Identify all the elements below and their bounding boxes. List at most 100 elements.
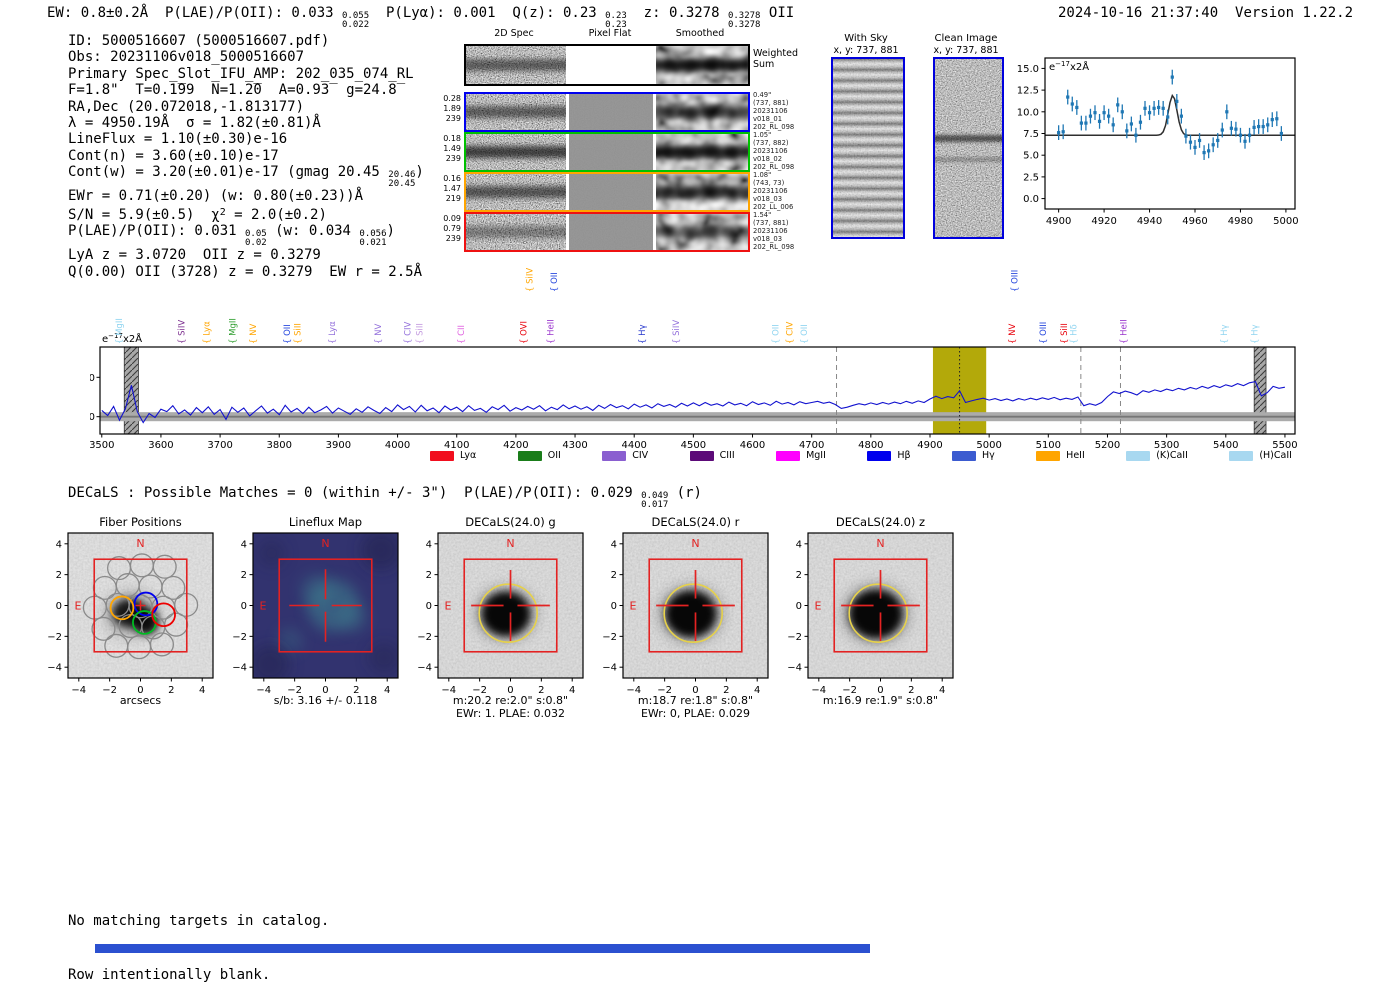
spec2d-cell [569,134,653,170]
spectral-line-label: { NV [249,324,259,344]
text-segment: λ = 4950.19Å σ = 1.82(±0.81)Å [68,115,321,132]
svg-text:10: 10 [90,373,95,384]
text-segment: ) [415,164,424,181]
svg-text:4: 4 [199,685,205,696]
svg-text:4920: 4920 [1091,216,1116,227]
spectral-line-label: { SiIV [672,320,682,344]
info-line: λ = 4950.19Å σ = 1.82(±0.81)Å [68,115,424,131]
spectral-line-label: { HeII [547,319,557,344]
text-segment: EWr = 0.71(±0.20) (w: 0.80(±0.23))Å [68,188,364,205]
info-line: Obs: 20231106v018_5000516607 [68,49,424,65]
text-segment: LyA z = 3.0720 OII z = 0.3279 [68,247,321,264]
cutout-xlabel: arcsecs [120,694,162,707]
svg-text:4980: 4980 [1228,216,1253,227]
uncertainty-stack: 0.3278 0.3278 [727,11,761,30]
legend-swatch [1126,450,1151,461]
spectral-line-label: { Lyα [328,321,338,344]
spec2d-cell [656,134,748,170]
svg-text:4: 4 [241,539,247,550]
cutout-panel-img: NE−4−4−2−2002244DECaLS(24.0) zm:16.9 re:… [787,515,954,707]
svg-text:−2: −2 [47,632,62,643]
clean-image-title: Clean Image [934,33,998,44]
spec2d-cell [656,214,748,250]
spectral-line-label: { NV [374,324,384,344]
text-segment: Cont(n) = 3.60(±0.10)e-17 [68,147,279,164]
svg-text:2: 2 [56,570,62,581]
text-segment: Obs: 20231106v018_5000516607 [68,49,305,66]
object-info-block: ID: 5000516607 (5000516607.pdf) Obs: 2023… [68,33,424,280]
full-spectrum-plot: 3500 3600 3700 3800 3900 4000 4100 4200 4300 4400… [90,268,1298,450]
text-segment: F=1.8" T=0.1̅99 N=1.2̅0 A=0.93̅ g=24.8̅ [68,82,397,99]
info-line: P(LAE)/P(OII): 0.031 0.05 0.02 (w: 0.034 … [68,223,424,247]
timestamp-version: 2024-10-16 21:37:40 Version 1.22.2 [1058,5,1353,21]
svg-text:−4: −4 [232,663,247,674]
legend-item: OII [517,450,561,461]
compass-east: E [445,599,452,612]
legend-label: (H)CaII [1259,450,1292,461]
cutout-panel-flux: NE−4−4−2−2002244Lineflux Maps/b: 3.16 +/… [232,515,399,707]
spectral-line-label: { OII [550,272,560,292]
legend-swatch [1036,450,1061,461]
legend-swatch [1229,450,1254,461]
svg-text:5000: 5000 [1273,216,1298,227]
cutout-title: DECaLS(24.0) z [836,515,925,529]
spec2d-cell [569,46,653,84]
spec2d-cell [569,214,653,250]
legend-swatch [776,450,801,461]
spec2d-row-stats: 0.28 1.89 239 [443,94,461,123]
spectral-line-label: { OVI [519,321,529,344]
legend-label: Lyα [460,450,477,461]
spec2d-cell [466,214,566,250]
svg-text:2: 2 [426,570,432,581]
spectral-line-label: { NV [1008,324,1018,344]
spectral-line-label: { OIII [1039,322,1049,344]
spec2d-row-stats: 0.18 1.49 239 [443,134,461,163]
info-line: S/N = 5.9(±0.5) χ2 = 2.0(±0.2) [68,205,424,223]
text-segment: Cont(w) = 3.20(±0.01)e-17 (gmag 20.45 [68,164,389,181]
cutout-title: DECaLS(24.0) r [652,515,740,529]
cutout-xlabel: m:16.9 re:1.9" s:0.8" [823,694,938,707]
spec2d-row-annotation: 1.54" (737, 881) 20231106 v018_03 202_RL_098 [753,211,795,251]
spec2d-column-header: Pixel Flat [588,28,632,39]
spectral-line-label: { OII [800,324,810,344]
spec2d-cell [466,46,566,84]
legend-item: (H)CaII [1229,450,1292,461]
legend-swatch [430,450,454,461]
legend-label: OII [547,450,561,461]
uncertainty-stack: 0.05 0.02 [245,229,267,248]
legend-item: (K)CaII [1126,450,1188,461]
legend-label: Hβ [897,450,911,461]
legend-label: CIII [719,450,735,461]
text-segment: EW: 0.8±0.2Å P(LAE)/P(OII): 0.033 [47,5,343,21]
spec2d-row-annotation: 0.49" (737, 881) 20231106 v018_01 202_RL_098 [753,91,795,131]
legend-item: CIV [602,450,648,461]
svg-text:4960: 4960 [1182,216,1207,227]
svg-text:3500: 3500 [90,440,115,450]
svg-text:4: 4 [384,685,390,696]
footer-notes: No matching targets in catalog. Row inte… [68,875,329,1003]
cutout-panel-img: NE−4−4−2−2002244DECaLS(24.0) gm:20.2 re:… [417,515,584,720]
text-segment: DECaLS : Possible Matches = 0 (within +/… [68,485,642,501]
svg-text:2: 2 [241,570,247,581]
spectral-line-label: { Hδ [1070,324,1080,344]
info-line: LineFlux = 1.10(±0.30)e-16 [68,131,424,147]
text-segment: OII [760,5,795,21]
svg-text:3900: 3900 [326,440,351,450]
info-line: Cont(w) = 3.20(±0.01)e-17 (gmag 20.45 20… [68,164,424,188]
spectral-line-legend: Lyα OII CIV CIII MgII Hβ Hγ HeII (K)CaII (H)CaII [430,449,1292,462]
svg-text:0: 0 [90,412,95,423]
footer-bar [95,944,870,953]
svg-text:0: 0 [796,601,802,612]
spec2d-row-annotation: 1.05" (737, 882) 20231106 v018_02 202_RL_098 [753,131,795,171]
legend-label: CIV [632,450,649,461]
svg-text:4940: 4940 [1137,216,1162,227]
cutout-sublabel: EWr: 0, PLAE: 0.029 [641,707,750,720]
spectral-line-label: { OII [283,324,293,344]
spec2d-weighted-row [464,44,750,86]
svg-text:3600: 3600 [148,440,173,450]
footer-note-1: No matching targets in catalog. [68,913,330,929]
info-line: F=1.8" T=0.1̅99 N=1.2̅0 A=0.93̅ g=24.8̅ [68,82,424,98]
compass-north: N [136,537,144,550]
text-segment: (w: 0.034 [266,223,360,240]
text-segment: LineFlux = 1.10(±0.30)e-16 [68,131,288,148]
